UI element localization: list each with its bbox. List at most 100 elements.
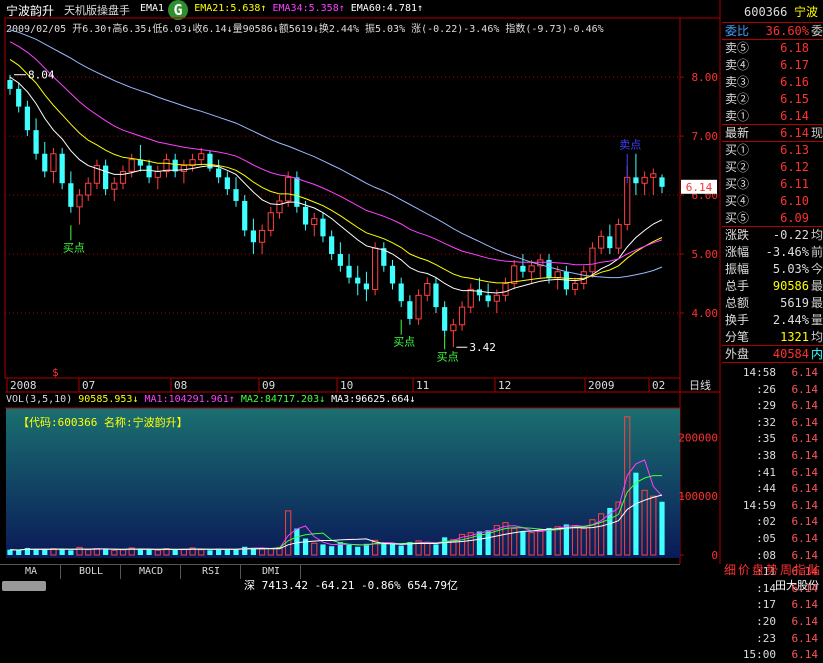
date-label: 08 — [174, 379, 187, 392]
tick-row: 15:00 6.14 — [722, 647, 823, 663]
panel-footer-tab[interactable]: 价 — [738, 562, 750, 578]
tick-row: :38 6.14 — [722, 448, 823, 464]
candle-up — [502, 283, 509, 296]
volume-bar-down — [398, 545, 404, 555]
scrollbar-thumb[interactable] — [2, 581, 46, 591]
tab-dmi[interactable]: DMI — [242, 565, 301, 579]
panel-row-label: 买⑤ — [725, 211, 750, 225]
candle-up — [641, 176, 648, 184]
panel-row-value: 6.12 — [780, 160, 809, 174]
panel-row: 卖② 6.15 — [722, 91, 823, 107]
tick-time: 14:58 — [742, 366, 776, 379]
panel-footer-tab[interactable]: 细 — [724, 562, 736, 578]
date-label: 2009 — [588, 379, 615, 392]
tick-time: :23 — [756, 631, 776, 645]
price-pane-frame — [4, 17, 681, 379]
volume-bar-down — [329, 546, 335, 555]
buy-signal-label: 买点 — [63, 241, 85, 254]
price-tick-label: 8.00 — [692, 71, 719, 84]
tick-price: 6.14 — [791, 399, 819, 413]
candle-up — [128, 159, 135, 172]
panel-footer-tab[interactable]: 盘 — [752, 562, 764, 578]
panel-row-label: 总手 — [725, 279, 750, 293]
tick-price: 6.14 — [791, 482, 819, 496]
panel-footer-tab[interactable]: 周 — [780, 562, 792, 578]
panel-stock-code: 600366 — [744, 5, 788, 19]
candle-down — [24, 106, 30, 131]
candle-down — [485, 295, 491, 302]
tab-macd[interactable]: MACD — [122, 565, 181, 579]
panel-row-label: 卖① — [725, 109, 750, 123]
panel-row-value: 6.15 — [780, 92, 809, 106]
tick-time: 15:00 — [742, 648, 776, 662]
candle-down — [320, 218, 326, 237]
candle-up — [650, 173, 657, 178]
volume-bar-down — [546, 527, 552, 555]
date-label: 11 — [416, 379, 429, 392]
candle-up — [415, 294, 422, 320]
panel-row-extra: 最 — [810, 279, 823, 293]
volume-bar-down — [520, 531, 526, 555]
tick-time: :20 — [756, 615, 776, 628]
candle-down — [7, 80, 13, 89]
buy-signal-label: 买点 — [393, 336, 415, 349]
dollar-marker: $ — [52, 366, 59, 379]
candle-up — [598, 235, 605, 249]
tab-boll[interactable]: BOLL — [62, 565, 121, 579]
panel-row: 卖① 6.14 — [722, 108, 823, 124]
candle-down — [329, 236, 335, 255]
tab-rsi[interactable]: RSI — [182, 565, 241, 579]
candle-down — [42, 153, 48, 172]
date-label: 07 — [82, 379, 95, 392]
panel-row: 卖④ 6.17 — [722, 57, 823, 73]
candle-down — [33, 130, 39, 154]
candle-down — [407, 301, 413, 319]
panel-row: 最新 6.14 现 — [722, 125, 823, 141]
panel-row-label: 换手 — [725, 313, 750, 327]
panel-row-label: 涨跌 — [725, 228, 750, 242]
tick-time: :14 — [756, 581, 776, 595]
candle-up — [528, 265, 535, 273]
tick-price: 6.14 — [791, 366, 819, 379]
panel-row-label: 买① — [725, 143, 750, 157]
tick-time: 14:59 — [742, 498, 776, 512]
tick-price: 6.14 — [791, 532, 819, 545]
panel-footer-tab[interactable]: 势 — [766, 562, 778, 578]
panel-row-value: 6.17 — [780, 58, 809, 72]
volume-bar-down — [7, 549, 13, 555]
kline-chart[interactable]: 8.007.006.005.004.008.043.42买点买点买点卖点$6.1… — [0, 0, 722, 564]
tick-time: :41 — [756, 465, 776, 479]
panel-row-extra: 内 — [810, 347, 823, 361]
volume-bar-down — [294, 528, 300, 555]
volume-bar-down — [659, 501, 665, 555]
tick-row: :20 6.14 — [722, 614, 823, 630]
panel-stock-name: 宁波 — [794, 5, 819, 19]
tick-row: :02 6.14 — [722, 514, 823, 530]
tick-price: 6.14 — [791, 465, 819, 479]
candle-up — [493, 294, 500, 302]
volume-bar-down — [207, 550, 213, 555]
panel-separator — [722, 362, 823, 363]
tab-ma[interactable]: MA — [2, 565, 61, 579]
candle-down — [103, 165, 109, 190]
volume-bar-down — [42, 549, 48, 555]
tick-row: :29 6.14 — [722, 398, 823, 414]
candle-up — [424, 283, 431, 296]
panel-footer-tab[interactable]: 指 — [794, 562, 806, 578]
date-label: 2008 — [10, 379, 37, 392]
volume-bar-down — [16, 550, 22, 555]
tick-row: :32 6.14 — [722, 415, 823, 431]
volume-overlay-text: 【代码:600366 名称:宁波韵升】 — [18, 415, 188, 429]
candle-up — [76, 194, 83, 208]
panel-row-label: 卖⑤ — [725, 41, 750, 55]
candle-up — [50, 153, 57, 172]
buy-signal-label: 买点 — [437, 350, 459, 363]
panel-footer-tab[interactable]: 贴 — [808, 562, 820, 578]
volume-tick-label: 200000 — [678, 431, 718, 444]
tick-row: :41 6.14 — [722, 465, 823, 481]
volume-legend: VOL(3,5,10) 90585.953↓ MA1:104291.961↑ M… — [6, 394, 415, 405]
candle-down — [216, 168, 222, 178]
price-tick-label: 5.00 — [692, 248, 719, 261]
panel-row-label: 委比 — [725, 24, 750, 38]
tick-time: :02 — [756, 515, 776, 529]
